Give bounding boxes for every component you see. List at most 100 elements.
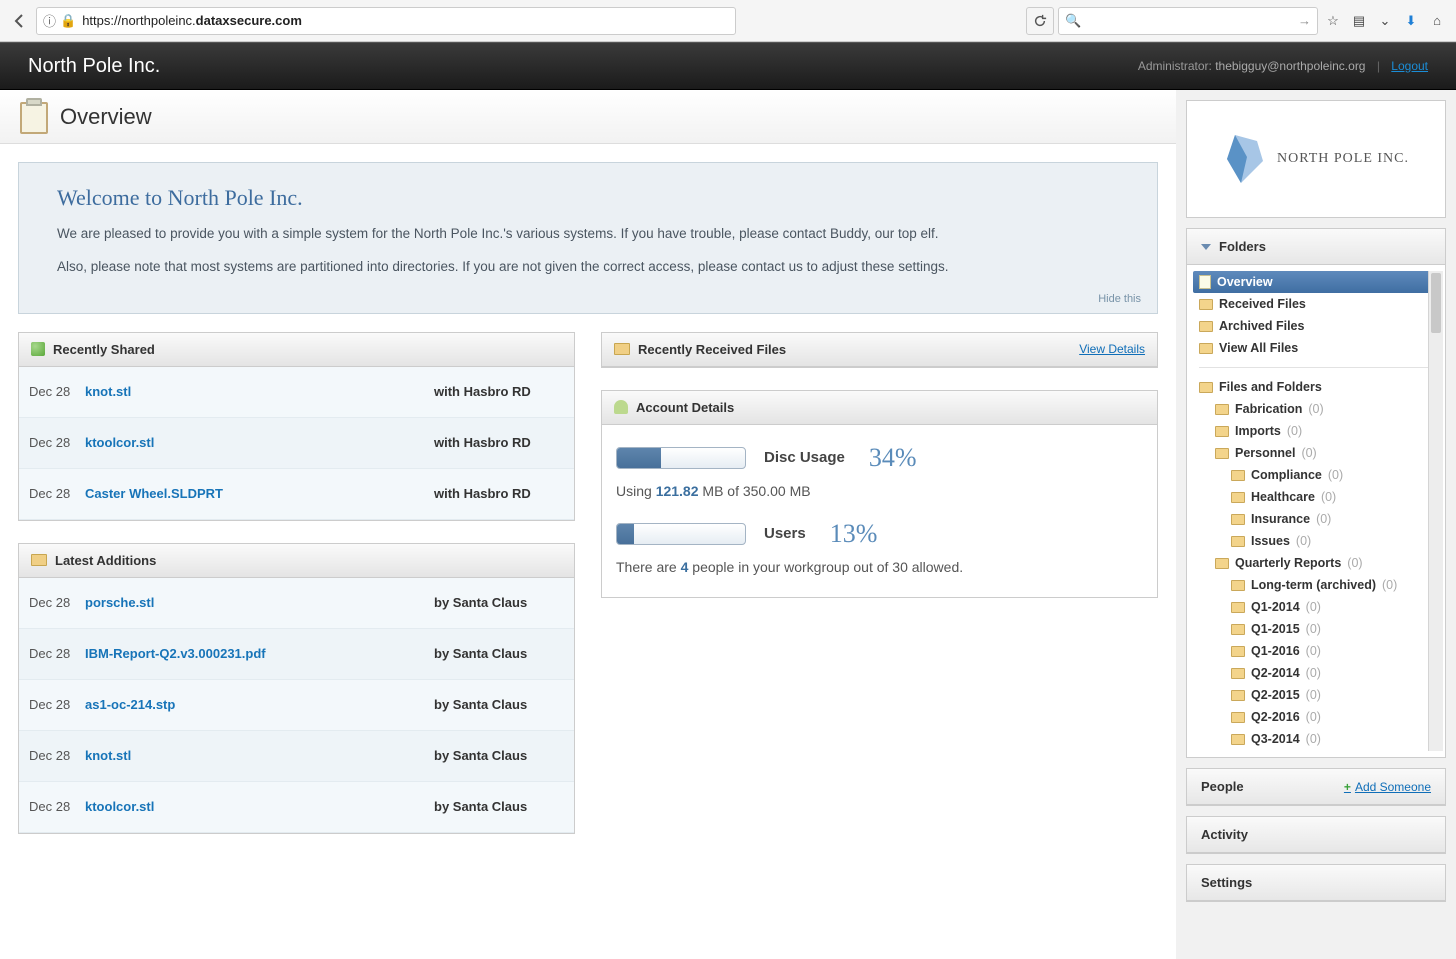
row-meta: with Hasbro RD [434,486,574,501]
tree-item-label: Healthcare [1251,490,1315,504]
tree-item-count: (0) [1347,556,1362,570]
tree-item-count: (0) [1306,688,1321,702]
people-header[interactable]: People +Add Someone [1187,769,1445,805]
tree-item-fabrication[interactable]: Fabrication (0) [1193,398,1443,420]
row-meta: by Santa Claus [434,595,574,610]
row-date: Dec 28 [19,595,81,610]
browser-search-input[interactable]: 🔍 → [1058,7,1318,35]
settings-header[interactable]: Settings [1187,865,1445,901]
folder-icon [1231,624,1245,635]
plus-icon: + [1344,780,1351,794]
disc-usage-label: Disc Usage [764,449,845,466]
tree-item-long-term-archived-[interactable]: Long-term (archived) (0) [1193,574,1443,596]
tree-item-quarterly-reports[interactable]: Quarterly Reports (0) [1193,552,1443,574]
folders-header[interactable]: Folders [1187,229,1445,265]
tree-item-healthcare[interactable]: Healthcare (0) [1193,486,1443,508]
row-date: Dec 28 [19,646,81,661]
recently-received-header: Recently Received Files View Details [602,333,1157,367]
tree-item-received-files[interactable]: Received Files [1193,293,1443,315]
file-link[interactable]: ktoolcor.stl [85,799,154,814]
tree-item-insurance[interactable]: Insurance (0) [1193,508,1443,530]
latest-additions-header: Latest Additions [19,544,574,578]
users-row: Users 13% [616,519,1143,549]
identity-block: ⓘ 🔒 [43,11,76,30]
tree-item-view-all-files[interactable]: View All Files [1193,337,1443,359]
reload-button[interactable] [1026,7,1054,35]
tree-item-count: (0) [1306,600,1321,614]
home-icon[interactable]: ⌂ [1426,10,1448,32]
brand-title: North Pole Inc. [28,55,160,78]
url-bar[interactable]: ⓘ 🔒 https://northpoleinc.dataxsecure.com [36,7,736,35]
tree-item-q1-2014[interactable]: Q1-2014 (0) [1193,596,1443,618]
tree-item-q1-2016[interactable]: Q1-2016 (0) [1193,640,1443,662]
tree-item-q2-2014[interactable]: Q2-2014 (0) [1193,662,1443,684]
file-link[interactable]: IBM-Report-Q2.v3.000231.pdf [85,646,266,661]
lock-icon: 🔒 [60,13,76,29]
tree-item-issues[interactable]: Issues (0) [1193,530,1443,552]
tree-item-q3-2014[interactable]: Q3-2014 (0) [1193,728,1443,750]
main-column: Overview Welcome to North Pole Inc. We a… [0,90,1176,959]
back-button[interactable] [8,9,32,33]
folder-icon [1231,580,1245,591]
row-meta: by Santa Claus [434,799,574,814]
tree-item-label: Q1-2016 [1251,644,1300,658]
tree-root-files-and-folders[interactable]: Files and Folders [1193,376,1443,398]
file-link[interactable]: knot.stl [85,748,131,763]
users-label: Users [764,525,806,542]
file-link[interactable]: Caster Wheel.SLDPRT [85,486,223,501]
tree-item-q2-2015[interactable]: Q2-2015 (0) [1193,684,1443,706]
app-body: Overview Welcome to North Pole Inc. We a… [0,90,1456,959]
logo-panel: NORTH POLE INC. [1186,100,1446,218]
tree-item-overview[interactable]: Overview [1193,271,1443,293]
tree-item-personnel[interactable]: Personnel (0) [1193,442,1443,464]
tree-item-archived-files[interactable]: Archived Files [1193,315,1443,337]
recently-shared-panel: Recently Shared Dec 28knot.stlwith Hasbr… [18,332,575,521]
row-date: Dec 28 [19,697,81,712]
bookmark-star-icon[interactable]: ☆ [1322,10,1344,32]
pocket-icon[interactable]: ⌄ [1374,10,1396,32]
tree-item-label: Fabrication [1235,402,1302,416]
users-pct: 13% [830,519,878,549]
account-details-title: Account Details [636,400,734,415]
tree-item-q2-2016[interactable]: Q2-2016 (0) [1193,706,1443,728]
tree-item-label: Q1-2014 [1251,600,1300,614]
activity-header[interactable]: Activity [1187,817,1445,853]
logout-link[interactable]: Logout [1391,59,1428,73]
row-file: IBM-Report-Q2.v3.000231.pdf [81,646,434,661]
downloads-icon[interactable]: ⬇ [1400,10,1422,32]
list-row: Dec 28as1-oc-214.stpby Santa Claus [19,680,574,731]
tree-item-label: Compliance [1251,468,1322,482]
folder-icon [1231,690,1245,701]
tree-item-compliance[interactable]: Compliance (0) [1193,464,1443,486]
page-title-row: Overview [0,90,1176,144]
folder-icon [1215,558,1229,569]
tree-item-label: Received Files [1219,297,1306,311]
file-link[interactable]: as1-oc-214.stp [85,697,175,712]
latest-additions-panel: Latest Additions Dec 28 porsche.stl by San… [18,543,575,834]
hide-this-link[interactable]: Hide this [1098,293,1141,305]
folder-icon [1231,668,1245,679]
tree-item-q1-2015[interactable]: Q1-2015 (0) [1193,618,1443,640]
tree-item-label: Insurance [1251,512,1310,526]
add-someone-link[interactable]: +Add Someone [1344,780,1431,794]
list-row: Dec 28knot.stlwith Hasbro RD [19,367,574,418]
row-file: Caster Wheel.SLDPRT [81,486,434,501]
file-link[interactable]: knot.stl [85,384,131,399]
inbox-icon [1199,321,1213,332]
tree-item-count: (0) [1306,732,1321,746]
header-right: Administrator: thebigguy@northpoleinc.or… [1138,59,1428,73]
tree-item-label: Issues [1251,534,1290,548]
scrollbar-thumb[interactable] [1431,273,1441,333]
tree-root-label: Files and Folders [1219,380,1322,394]
recently-shared-header: Recently Shared [19,333,574,367]
library-icon[interactable]: ▤ [1348,10,1370,32]
users-bar [616,523,746,545]
file-link[interactable]: ktoolcor.stl [85,435,154,450]
people-panel: People +Add Someone [1186,768,1446,806]
file-link[interactable]: porsche.stl [85,595,154,610]
view-details-link[interactable]: View Details [1079,342,1145,356]
admin-label: Administrator: [1138,59,1215,73]
folders-tree-scroll[interactable]: Overview Received Files Archived FilesView… [1193,271,1443,751]
tree-item-imports[interactable]: Imports (0) [1193,420,1443,442]
list-row: Dec 28 porsche.stl by Santa Claus [19,578,574,629]
